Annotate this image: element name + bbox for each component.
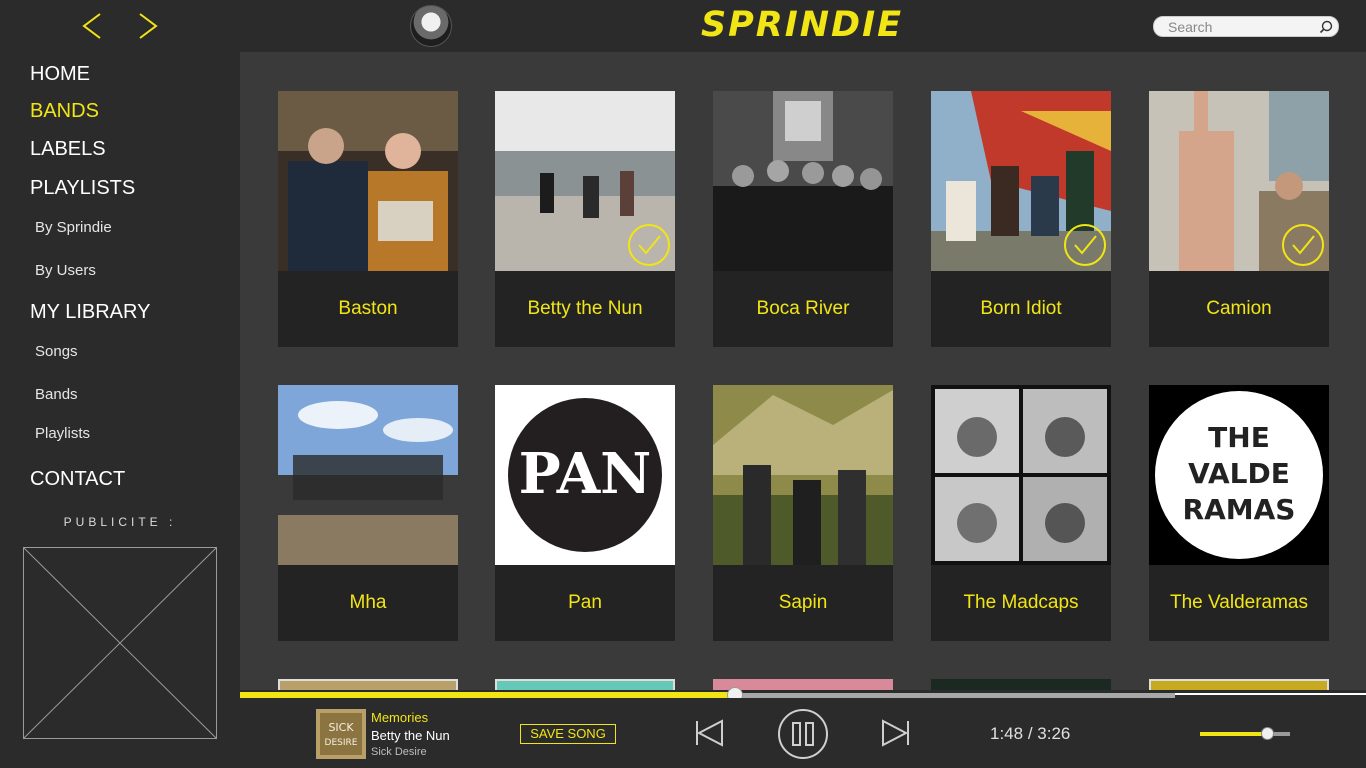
sidebar-item-songs[interactable]: Songs: [35, 343, 78, 360]
app-logo[interactable]: SPRINDIE: [700, 2, 904, 48]
band-name: The Madcaps: [963, 592, 1079, 613]
band-card[interactable]: Baston: [278, 91, 458, 347]
band-photo: [495, 679, 675, 690]
volume-slider[interactable]: [1200, 727, 1290, 740]
sidebar: HOME BANDS LABELS PLAYLISTS By Sprindie …: [0, 52, 240, 768]
avatar[interactable]: [410, 5, 452, 47]
album-cover[interactable]: SICK DESIRE: [316, 709, 366, 759]
chevron-left-icon[interactable]: [78, 8, 106, 44]
pause-icon[interactable]: [777, 708, 829, 760]
followed-check-icon[interactable]: [1063, 223, 1107, 267]
ad-label: PUBLICITE :: [63, 515, 177, 529]
now-playing-title: Memories: [371, 710, 429, 725]
progress-remaining: [1175, 693, 1366, 695]
band-photo: [931, 385, 1111, 565]
sidebar-item-labels[interactable]: LABELS: [30, 138, 106, 161]
svg-text:SICK: SICK: [328, 721, 354, 734]
svg-text:VALDE: VALDE: [1188, 457, 1290, 490]
band-photo: [713, 91, 893, 271]
search-input[interactable]: [1168, 18, 1318, 36]
followed-check-icon[interactable]: [1281, 223, 1325, 267]
band-photo: THE VALDE RAMAS: [1149, 385, 1329, 565]
top-bar: SPRINDIE: [0, 0, 1366, 52]
band-name: Pan: [568, 592, 602, 613]
sidebar-item-playlists[interactable]: PLAYLISTS: [30, 177, 135, 200]
band-card[interactable]: [931, 679, 1111, 690]
band-card[interactable]: The Madcaps: [931, 385, 1111, 641]
song-progress-bar[interactable]: [240, 687, 1366, 703]
band-name: The Valderamas: [1170, 592, 1308, 613]
chevron-right-icon[interactable]: [134, 8, 162, 44]
svg-text:RAMAS: RAMAS: [1183, 493, 1296, 526]
skip-previous-icon[interactable]: [694, 718, 724, 748]
band-card[interactable]: Born Idiot: [931, 91, 1111, 347]
band-name: Baston: [338, 298, 398, 319]
band-photo: [278, 91, 458, 271]
band-photo: [278, 679, 458, 690]
volume-handle[interactable]: [1261, 727, 1274, 740]
followed-check-icon[interactable]: [627, 223, 671, 267]
band-card[interactable]: Mha: [278, 385, 458, 641]
svg-text:DESIRE: DESIRE: [325, 738, 358, 748]
band-card[interactable]: [495, 679, 675, 690]
band-name: Mha: [349, 592, 387, 613]
sidebar-item-by-users[interactable]: By Users: [35, 262, 96, 279]
ad-placeholder[interactable]: [23, 547, 217, 739]
band-photo: [278, 385, 458, 565]
search-icon[interactable]: [1318, 19, 1334, 35]
band-name: Boca River: [756, 298, 850, 319]
total-time: 3:26: [1037, 724, 1071, 743]
band-name: Born Idiot: [980, 298, 1062, 319]
band-photo: PAN: [495, 385, 675, 565]
bands-grid: Baston Betty the Nun Boca River Born Idi…: [240, 52, 1366, 690]
sidebar-item-my-library[interactable]: MY LIBRARY: [30, 301, 150, 324]
skip-next-icon[interactable]: [881, 718, 911, 748]
band-card[interactable]: Sapin: [713, 385, 893, 641]
player-bar: SICK DESIRE Memories Betty the Nun Sick …: [240, 698, 1366, 768]
band-photo: [713, 385, 893, 565]
band-name: Camion: [1206, 298, 1272, 319]
band-name: Sapin: [778, 592, 828, 613]
band-card[interactable]: PAN Pan: [495, 385, 675, 641]
search-box[interactable]: [1153, 16, 1339, 37]
playback-time: 1:48 / 3:26: [990, 724, 1070, 744]
band-card[interactable]: Camion: [1149, 91, 1329, 347]
svg-text:PAN: PAN: [519, 441, 652, 507]
svg-text:THE: THE: [1208, 421, 1270, 454]
band-card[interactable]: [1149, 679, 1329, 690]
band-photo: [931, 679, 1111, 690]
elapsed-time: 1:48: [990, 724, 1024, 743]
sidebar-item-by-sprindie[interactable]: By Sprindie: [35, 219, 112, 236]
sidebar-item-library-playlists[interactable]: Playlists: [35, 425, 90, 442]
band-card[interactable]: [278, 679, 458, 690]
save-song-button[interactable]: SAVE SONG: [520, 724, 616, 744]
volume-level: [1200, 732, 1267, 736]
sidebar-item-home[interactable]: HOME: [30, 63, 90, 86]
now-playing-artist[interactable]: Betty the Nun: [371, 728, 450, 743]
now-playing-album[interactable]: Sick Desire: [371, 746, 427, 758]
band-name: Betty the Nun: [527, 298, 643, 319]
band-card[interactable]: Boca River: [713, 91, 893, 347]
time-separator: /: [1027, 724, 1033, 743]
band-card[interactable]: THE VALDE RAMAS The Valderamas: [1149, 385, 1329, 641]
sidebar-item-library-bands[interactable]: Bands: [35, 386, 78, 403]
sidebar-item-contact[interactable]: CONTACT: [30, 468, 125, 491]
band-photo: [1149, 679, 1329, 690]
band-card[interactable]: Betty the Nun: [495, 91, 675, 347]
sidebar-item-bands[interactable]: BANDS: [30, 100, 99, 123]
